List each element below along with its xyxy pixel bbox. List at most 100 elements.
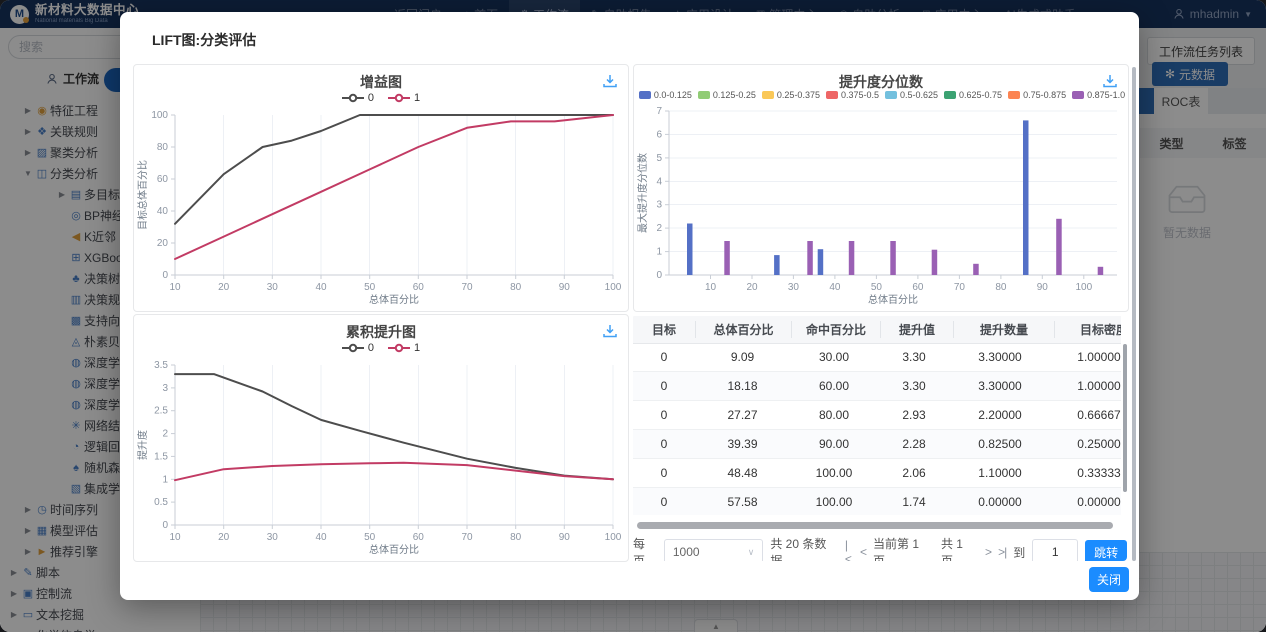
svg-text:20: 20 [218, 532, 230, 543]
svg-text:30: 30 [267, 282, 279, 293]
cumlift-chart-panel: 累积提升图 0 1 10203040506070809010000.511.52… [133, 314, 629, 562]
svg-text:0: 0 [162, 520, 168, 531]
table-cell: 57.58 [695, 495, 790, 509]
svg-text:90: 90 [559, 532, 571, 543]
quantile-chart-legend: 0.0-0.125 0.125-0.25 0.25-0.375 0.375-0.… [638, 90, 1126, 100]
legend-label: 0.375-0.5 [841, 90, 879, 100]
table-cell: 0 [633, 408, 695, 422]
svg-text:50: 50 [364, 532, 376, 543]
svg-text:40: 40 [157, 206, 169, 217]
svg-text:7: 7 [656, 106, 662, 117]
svg-text:100: 100 [605, 532, 622, 543]
svg-text:3.5: 3.5 [154, 360, 168, 371]
table-cell: 0.25000 [1050, 437, 1121, 451]
table-header-cell: 目标 [633, 321, 695, 338]
svg-text:10: 10 [169, 282, 181, 293]
table-cell: 0.82500 [950, 437, 1050, 451]
svg-text:70: 70 [461, 532, 473, 543]
legend-label: 1 [414, 92, 420, 104]
legend-item[interactable]: 0.25-0.375 [762, 90, 820, 100]
table-cell: 90.00 [790, 437, 878, 451]
svg-text:3: 3 [162, 383, 168, 394]
table-cell: 2.06 [878, 466, 950, 480]
legend-marker-icon [342, 343, 364, 353]
svg-text:70: 70 [461, 282, 473, 293]
first-page-button[interactable]: |< [845, 538, 853, 561]
legend-label: 0.25-0.375 [777, 90, 820, 100]
table-cell: 0.33333 [1050, 466, 1121, 480]
legend-item[interactable]: 0 [342, 342, 374, 354]
legend-item[interactable]: 0.75-0.875 [1008, 90, 1066, 100]
svg-text:5: 5 [656, 153, 662, 164]
last-page-button[interactable]: >| [998, 545, 1006, 559]
per-page-select[interactable]: 1000 ∨ [664, 539, 763, 561]
svg-text:30: 30 [788, 282, 800, 293]
close-button[interactable]: 关闭 [1089, 567, 1129, 592]
table-header-cell: 提升值 [880, 321, 953, 338]
lift-table-panel: 目标总体百分比命中百分比提升值提升数量目标密度目标累计非 09.0930.003… [633, 314, 1127, 561]
svg-text:70: 70 [954, 282, 966, 293]
table-vertical-scrollbar[interactable] [1123, 344, 1127, 492]
svg-text:4: 4 [656, 176, 662, 187]
goto-page-input[interactable] [1032, 539, 1078, 561]
quantile-chart-title: 提升度分位数 [634, 72, 1128, 92]
table-cell: 30.00 [790, 350, 878, 364]
legend-label: 0.125-0.25 [713, 90, 756, 100]
cumlift-chart-legend: 0 1 [134, 342, 628, 354]
svg-text:2.5: 2.5 [154, 406, 168, 417]
table-cell: 0.00000 [950, 495, 1050, 509]
download-icon[interactable] [602, 73, 618, 89]
legend-swatch-icon [1008, 91, 1020, 99]
legend-label: 0 [368, 342, 374, 354]
table-cell: 100.00 [790, 466, 878, 480]
svg-text:3: 3 [656, 200, 662, 211]
legend-item[interactable]: 0.625-0.75 [944, 90, 1002, 100]
current-page-text: 当前第 1 页 [873, 535, 934, 561]
download-icon[interactable] [602, 323, 618, 339]
pagination: 每页 1000 ∨ 共 20 条数据 |< < 当前第 1 页 共 1 页 > … [633, 535, 1127, 561]
table-cell: 0 [633, 495, 695, 509]
legend-item[interactable]: 0.0-0.125 [639, 90, 692, 100]
per-page-label: 每页 [633, 535, 657, 561]
svg-text:提升度: 提升度 [136, 430, 149, 460]
prev-page-button[interactable]: < [860, 545, 866, 559]
legend-item[interactable]: 0.875-1.0 [1072, 90, 1125, 100]
table-row: 039.3990.002.280.825000.250009 [633, 430, 1121, 459]
legend-label: 1 [414, 342, 420, 354]
svg-text:60: 60 [413, 282, 425, 293]
table-cell: 2.93 [878, 408, 950, 422]
quantile-chart-panel: 提升度分位数 0.0-0.125 0.125-0.25 0.25-0.375 0… [633, 64, 1129, 312]
gain-chart-canvas: 102030405060708090100020406080100总体百分比目标… [135, 107, 627, 312]
legend-item[interactable]: 0.375-0.5 [826, 90, 879, 100]
legend-item[interactable]: 1 [388, 92, 420, 104]
legend-item[interactable]: 0.5-0.625 [885, 90, 938, 100]
goto-label: 到 [1013, 544, 1025, 561]
legend-swatch-icon [944, 91, 956, 99]
table-cell: 2.28 [878, 437, 950, 451]
svg-text:1: 1 [656, 247, 662, 258]
svg-text:60: 60 [912, 282, 924, 293]
table-horizontal-scrollbar[interactable] [637, 522, 1113, 529]
svg-text:0.5: 0.5 [154, 497, 168, 508]
total-count: 共 20 条数据 [770, 535, 838, 561]
svg-text:80: 80 [995, 282, 1007, 293]
legend-label: 0 [368, 92, 374, 104]
table-cell: 80.00 [790, 408, 878, 422]
svg-text:50: 50 [364, 282, 376, 293]
legend-label: 0.5-0.625 [900, 90, 938, 100]
jump-button[interactable]: 跳转 [1085, 540, 1127, 561]
legend-item[interactable]: 0.125-0.25 [698, 90, 756, 100]
table-header-cell: 总体百分比 [695, 321, 791, 338]
svg-text:2: 2 [656, 223, 662, 234]
modal-scrollbar[interactable] [1132, 67, 1136, 561]
next-page-button[interactable]: > [985, 545, 991, 559]
svg-text:60: 60 [157, 174, 169, 185]
table-cell: 0 [633, 350, 695, 364]
legend-item[interactable]: 1 [388, 342, 420, 354]
svg-text:最大提升度分位数: 最大提升度分位数 [636, 153, 649, 233]
download-icon[interactable] [1102, 73, 1118, 89]
legend-item[interactable]: 0 [342, 92, 374, 104]
table-cell: 3.30000 [950, 379, 1050, 393]
legend-swatch-icon [639, 91, 651, 99]
table-cell: 27.27 [695, 408, 790, 422]
